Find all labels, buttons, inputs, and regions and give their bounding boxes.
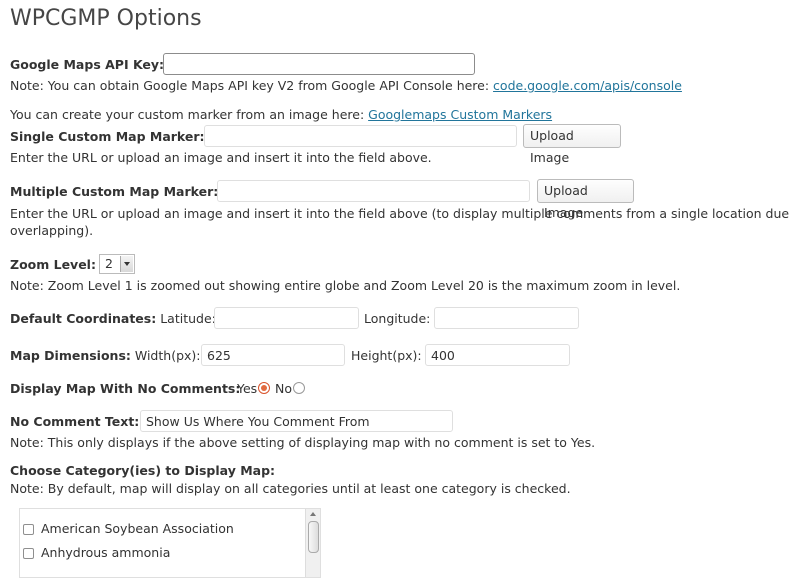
category-list[interactable]: American Soybean Association Anhydrous a… — [19, 508, 321, 578]
height-label: Height(px): — [351, 348, 422, 363]
dimensions-row: Map Dimensions: Width(px): — [10, 348, 201, 363]
latitude-label: Latitude: — [160, 311, 216, 326]
no-comment-text-label: No Comment Text: — [10, 414, 140, 429]
chevron-up-icon[interactable] — [310, 512, 316, 516]
categories-note: Note: By default, map will display on al… — [10, 481, 571, 496]
custom-marker-intro: You can create your custom marker from a… — [10, 107, 552, 122]
height-input[interactable] — [425, 344, 570, 366]
single-marker-input[interactable] — [204, 125, 517, 147]
single-marker-label: Single Custom Map Marker: — [10, 129, 205, 144]
longitude-label: Longitude: — [364, 311, 431, 326]
category-label: American Soybean Association — [41, 521, 234, 536]
radio-no-label: No — [275, 381, 292, 396]
single-marker-note: Enter the URL or upload an image and ins… — [10, 150, 432, 165]
radio-yes-label: Yes — [237, 381, 258, 396]
radio-yes[interactable] — [258, 382, 270, 394]
zoom-select[interactable]: 2 — [99, 254, 135, 274]
zoom-label: Zoom Level: — [10, 257, 96, 272]
scroll-thumb[interactable] — [308, 521, 319, 553]
single-upload-button[interactable]: Upload Image — [523, 124, 621, 165]
categories-label: Choose Category(ies) to Display Map: — [10, 463, 276, 478]
longitude-input[interactable] — [434, 307, 579, 329]
coordinates-row: Default Coordinates: Latitude: — [10, 311, 216, 326]
custom-markers-link[interactable]: Googlemaps Custom Markers — [368, 107, 552, 122]
width-label: Width(px): — [134, 348, 201, 363]
category-checkbox[interactable] — [23, 548, 34, 559]
dimensions-label: Map Dimensions: — [10, 348, 131, 363]
radio-no[interactable] — [293, 382, 305, 394]
api-console-link[interactable]: code.google.com/apis/console — [493, 78, 682, 93]
category-checkbox[interactable] — [23, 524, 34, 535]
width-input[interactable] — [201, 344, 345, 366]
no-comments-label: Display Map With No Comments: — [10, 381, 241, 396]
multiple-upload-button[interactable]: Upload Image — [537, 179, 634, 220]
category-label: Anhydrous ammonia — [41, 545, 171, 560]
latitude-input[interactable] — [214, 307, 359, 329]
custom-marker-intro-text: You can create your custom marker from a… — [10, 107, 369, 122]
no-comment-text-input[interactable] — [140, 410, 453, 432]
zoom-value: 2 — [105, 256, 113, 271]
api-key-label: Google Maps API Key: — [10, 57, 165, 72]
multiple-marker-note-line1: Enter the URL or upload an image and ins… — [10, 206, 793, 221]
api-key-note-text: Note: You can obtain Google Maps API key… — [10, 78, 494, 93]
coordinates-label: Default Coordinates: — [10, 311, 157, 326]
multiple-marker-note-line2: overlapping). — [10, 223, 94, 238]
api-key-note: Note: You can obtain Google Maps API key… — [10, 78, 682, 93]
multiple-marker-input[interactable] — [217, 180, 530, 202]
chevron-down-icon — [120, 256, 133, 272]
page-title: WPCGMP Options — [10, 6, 202, 31]
zoom-note: Note: Zoom Level 1 is zoomed out showing… — [10, 278, 681, 293]
multiple-marker-label: Multiple Custom Map Marker: — [10, 184, 219, 199]
api-key-input[interactable] — [163, 53, 475, 75]
no-comment-text-note: Note: This only displays if the above se… — [10, 435, 596, 450]
